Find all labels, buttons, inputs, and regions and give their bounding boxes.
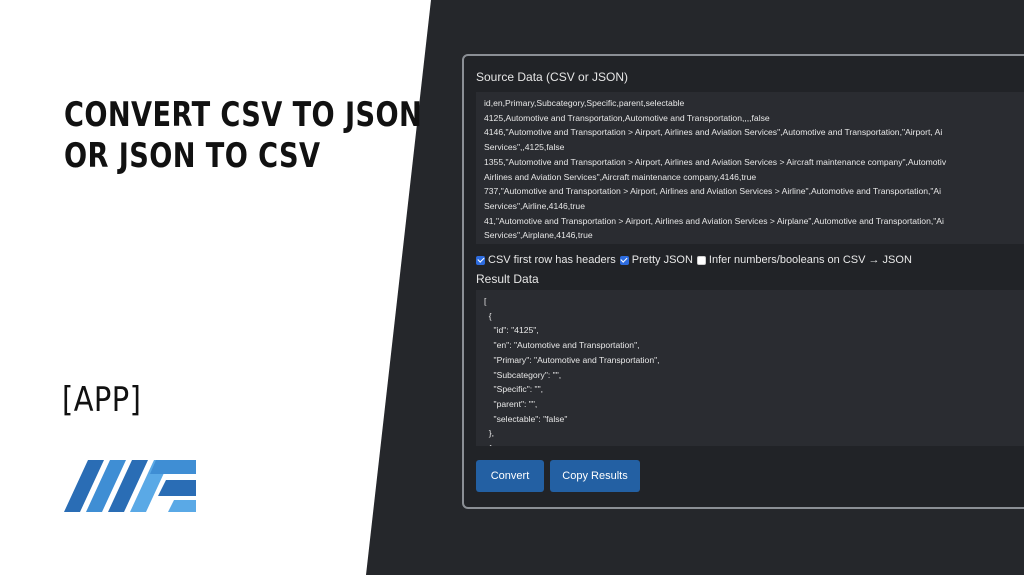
- result-line: "parent": "",: [484, 398, 538, 409]
- source-line: 4146,"Automotive and Transportation > Ai…: [484, 127, 943, 138]
- source-line: Services",,4125,false: [484, 142, 565, 153]
- result-line: "id": "4125",: [484, 325, 539, 336]
- infer-types-checkbox-label[interactable]: Infer numbers/booleans on CSV → JSON: [709, 254, 912, 266]
- source-line: id,en,Primary,Subcategory,Specific,paren…: [484, 98, 685, 108]
- result-line: {: [484, 310, 492, 321]
- result-data-label: Result Data: [476, 272, 539, 286]
- result-line: "en": "Automotive and Transportation",: [484, 340, 640, 351]
- headline-line-2: OR JSON TO CSV: [64, 136, 321, 176]
- headline-line-1: CONVERT CSV TO JSON: [64, 95, 423, 135]
- brand-logo-icon: [64, 460, 196, 512]
- source-line: 4125,Automotive and Transportation,Autom…: [484, 112, 770, 123]
- converter-app-card: Source Data (CSV or JSON) id,en,Primary,…: [462, 54, 1024, 509]
- pretty-json-checkbox[interactable]: [619, 255, 629, 265]
- result-line: "Specific": "",: [484, 384, 544, 395]
- result-line: [: [484, 296, 487, 306]
- source-line: Services",Airplane,4146,true: [484, 230, 593, 241]
- result-line: "Subcategory": "",: [484, 369, 562, 380]
- result-line: {: [484, 441, 1024, 446]
- headers-checkbox[interactable]: [476, 255, 485, 265]
- headline: CONVERT CSV TO JSON OR JSON TO CSV: [64, 95, 423, 177]
- result-data-textarea[interactable]: [ { "id": "4125", "en": "Automotive and …: [476, 290, 1024, 446]
- source-line: 1355,"Automotive and Transportation > Ai…: [484, 156, 947, 167]
- options-row: CSV first row has headers Pretty JSON In…: [476, 254, 916, 266]
- source-line: 738,"Automotive and Transportation > Air…: [484, 243, 1024, 244]
- copy-results-button[interactable]: Copy Results: [550, 460, 640, 492]
- infer-types-checkbox[interactable]: [696, 255, 706, 265]
- source-line: Airlines and Aviation Services",Aircraft…: [484, 171, 757, 182]
- app-tag: [APP]: [62, 380, 142, 420]
- pretty-json-checkbox-label[interactable]: Pretty JSON: [632, 254, 693, 266]
- headers-checkbox-label[interactable]: CSV first row has headers: [488, 254, 616, 266]
- convert-button[interactable]: Convert: [476, 460, 544, 492]
- source-line: 41,"Automotive and Transportation > Airp…: [484, 215, 944, 226]
- source-line: Services",Airline,4146,true: [484, 200, 585, 211]
- source-line: 737,"Automotive and Transportation > Air…: [484, 186, 942, 197]
- result-line: "Primary": "Automotive and Transportatio…: [484, 354, 660, 365]
- source-data-label: Source Data (CSV or JSON): [476, 70, 629, 84]
- result-line: },: [484, 428, 495, 439]
- source-data-textarea[interactable]: id,en,Primary,Subcategory,Specific,paren…: [476, 92, 1024, 244]
- result-line: "selectable": "false": [484, 413, 568, 424]
